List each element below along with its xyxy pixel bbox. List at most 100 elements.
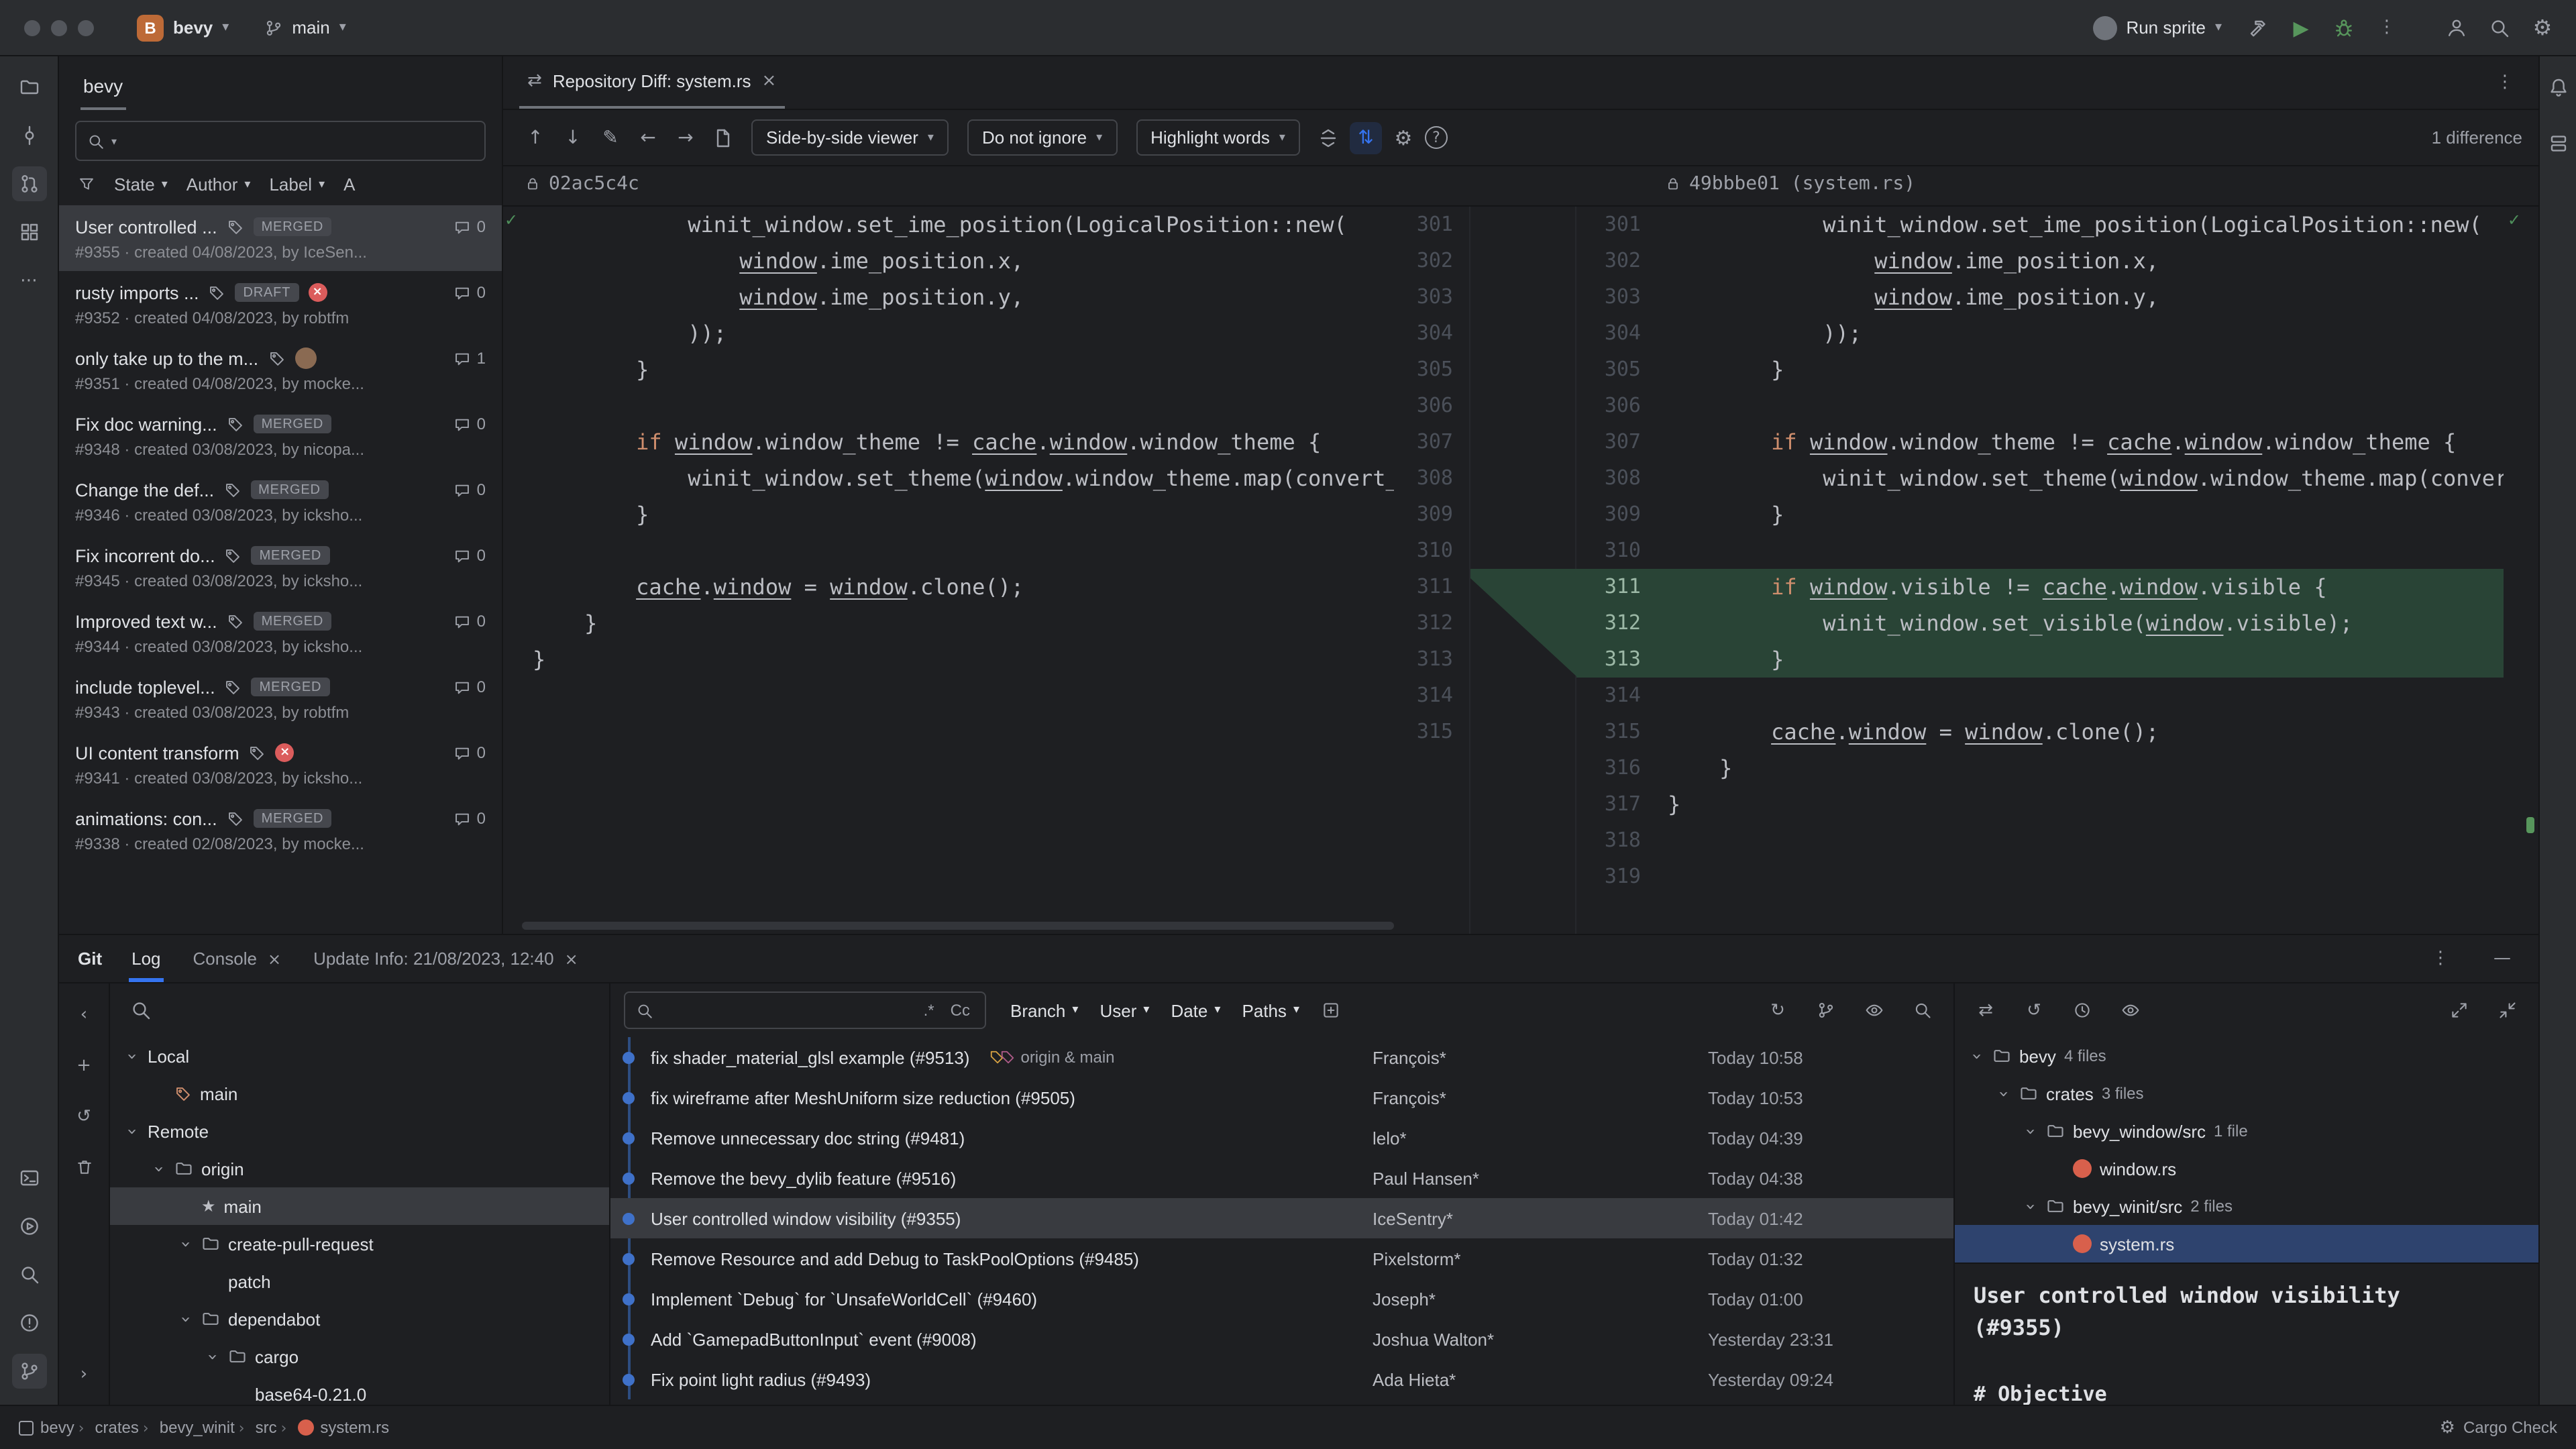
commit-row[interactable]: Remove the bevy_dylib feature (#9516) Pa… bbox=[610, 1158, 1953, 1198]
pull-request-item[interactable]: rusty imports ... DRAFT × 0 #9352 · crea… bbox=[59, 271, 502, 337]
chevron-expanded-icon[interactable]: › bbox=[121, 1048, 142, 1064]
log-filter-chip[interactable]: User ▾ bbox=[1099, 1000, 1149, 1020]
regex-toggle[interactable]: .* bbox=[920, 1001, 938, 1020]
refresh-log-button[interactable]: ↻ bbox=[1760, 993, 1795, 1028]
close-icon[interactable]: × bbox=[565, 949, 578, 968]
chevron-expanded-icon[interactable]: › bbox=[202, 1348, 222, 1364]
code-with-me-button[interactable] bbox=[2439, 10, 2474, 45]
commit-row[interactable]: Remove unnecessary doc string (#9481) le… bbox=[610, 1118, 1953, 1158]
breadcrumb-item[interactable]: system.rs bbox=[320, 1418, 389, 1437]
file-tree-item[interactable]: › system.rs bbox=[1955, 1225, 2538, 1263]
show-diff-preview-button[interactable] bbox=[2113, 993, 2148, 1028]
search-branches-button[interactable] bbox=[123, 993, 158, 1028]
pr-search-input[interactable]: ▾ bbox=[75, 121, 486, 161]
open-new-log-tab-button[interactable] bbox=[1313, 993, 1348, 1028]
file-tree-item[interactable]: › bevy_window/src 1 file bbox=[1955, 1112, 2538, 1150]
match-case-toggle[interactable]: Cc bbox=[947, 1001, 974, 1020]
rollback-button[interactable]: ↺ bbox=[66, 1099, 101, 1134]
cargo-check-status[interactable]: ⚙ Cargo Check bbox=[2440, 1417, 2557, 1438]
tab-list-button[interactable]: ⋮ bbox=[2487, 65, 2522, 100]
breadcrumb-item[interactable]: bevy_winit bbox=[160, 1418, 235, 1437]
compare-button[interactable]: ⇄ bbox=[1968, 993, 2003, 1028]
file-tree-item[interactable]: › crates 3 files bbox=[1955, 1075, 2538, 1112]
chevron-expanded-icon[interactable]: › bbox=[2020, 1123, 2040, 1139]
hide-panel-button[interactable]: — bbox=[2485, 941, 2520, 976]
pull-request-item[interactable]: UI content transform × 0 #9341 · created… bbox=[59, 731, 502, 797]
jump-to-source-button[interactable]: ✎ bbox=[594, 121, 627, 154]
chevron-expanded-icon[interactable]: › bbox=[1993, 1085, 2013, 1102]
filter-chip[interactable]: A ▾ bbox=[343, 174, 355, 195]
filter-chip[interactable]: Label ▾ bbox=[269, 174, 325, 195]
go-to-changed-file-button[interactable] bbox=[707, 121, 739, 154]
minimize-window-button[interactable] bbox=[51, 19, 67, 36]
branch-item[interactable]: › ★ create-pull-request bbox=[110, 1225, 609, 1263]
pull-request-item[interactable]: Fix doc warning... MERGED × 0 bbox=[59, 402, 502, 468]
revert-button[interactable]: ↺ bbox=[2017, 993, 2051, 1028]
log-search-input[interactable]: .* Cc bbox=[624, 991, 986, 1029]
branch-item[interactable]: › ★ Local bbox=[110, 1037, 609, 1075]
preview-diff-button[interactable] bbox=[1857, 993, 1892, 1028]
branch-item[interactable]: › ★ origin bbox=[110, 1150, 609, 1187]
chevron-expanded-icon[interactable]: › bbox=[121, 1123, 142, 1139]
commit-row[interactable]: Add `GamepadButtonInput` event (#9008) J… bbox=[610, 1319, 1953, 1359]
find-tool-button[interactable] bbox=[11, 1257, 46, 1292]
pull-request-item[interactable]: Improved text w... MERGED × 0 bbox=[59, 600, 502, 665]
pull-request-item[interactable]: only take up to the m... × 1 bbox=[59, 337, 502, 402]
terminal-tool-button[interactable] bbox=[11, 1161, 46, 1195]
new-branch-button[interactable]: + bbox=[66, 1048, 101, 1083]
git-panel-options-button[interactable]: ⋮ bbox=[2423, 941, 2458, 976]
notifications-button[interactable] bbox=[2540, 70, 2575, 105]
commit-row[interactable]: Remove Resource and add Debug to TaskPoo… bbox=[610, 1238, 1953, 1279]
synchronize-scrolling-button[interactable]: ⇅ bbox=[1349, 121, 1382, 154]
next-file-button[interactable]: → bbox=[669, 121, 702, 154]
log-filter-chip[interactable]: Date ▾ bbox=[1171, 1000, 1220, 1020]
search-everywhere-button[interactable] bbox=[2482, 10, 2517, 45]
database-tool-button[interactable] bbox=[2540, 126, 2575, 161]
highlight-mode-dropdown[interactable]: Highlight words ▾ bbox=[1136, 119, 1300, 156]
branch-item[interactable]: › ★ main bbox=[110, 1187, 609, 1225]
git-tool-button[interactable] bbox=[11, 1354, 46, 1389]
chevron-expanded-icon[interactable]: › bbox=[175, 1311, 195, 1327]
branch-item[interactable]: › ★ patch bbox=[110, 1263, 609, 1300]
run-button[interactable]: ▶ bbox=[2284, 10, 2318, 45]
pull-request-item[interactable]: User controlled ... MERGED × 0 bbox=[59, 205, 502, 271]
branch-item[interactable]: › ★ cargo bbox=[110, 1338, 609, 1375]
breadcrumb-item[interactable]: bevy bbox=[40, 1418, 74, 1437]
diff-right-pane[interactable]: winit_window.set_ime_position(LogicalPos… bbox=[1657, 207, 2504, 934]
help-button[interactable]: ? bbox=[1424, 126, 1448, 149]
chevron-expanded-icon[interactable]: › bbox=[2020, 1198, 2040, 1214]
commit-row[interactable]: Fix point light radius (#9493) Ada Hieta… bbox=[610, 1359, 1953, 1399]
viewer-mode-dropdown[interactable]: Side-by-side viewer ▾ bbox=[751, 119, 949, 156]
file-tree-item[interactable]: › bevy_winit/src 2 files bbox=[1955, 1187, 2538, 1225]
debug-button[interactable] bbox=[2326, 10, 2361, 45]
chevron-expanded-icon[interactable]: › bbox=[148, 1161, 168, 1177]
settings-button[interactable]: ⚙ bbox=[2525, 10, 2560, 45]
pull-request-item[interactable]: Change the def... MERGED × 0 bbox=[59, 468, 502, 534]
editor-scrollbar[interactable] bbox=[2522, 207, 2538, 934]
vcs-branch-selector[interactable]: main ▾ bbox=[253, 12, 356, 43]
chevron-expanded-icon[interactable]: › bbox=[175, 1236, 195, 1252]
previous-change-button[interactable]: ↑ bbox=[519, 121, 551, 154]
chevron-expanded-icon[interactable]: › bbox=[1966, 1048, 1986, 1064]
filter-chip[interactable]: State ▾ bbox=[114, 174, 168, 195]
filter-chip[interactable]: Author ▾ bbox=[186, 174, 251, 195]
commit-row[interactable]: User controlled window visibility (#9355… bbox=[610, 1198, 1953, 1238]
expand-all-button[interactable] bbox=[2442, 993, 2477, 1028]
pull-request-item[interactable]: animations: con... MERGED × 0 bbox=[59, 797, 502, 863]
more-run-actions-button[interactable]: ⋮ bbox=[2369, 10, 2404, 45]
close-icon[interactable]: × bbox=[762, 71, 777, 91]
services-tool-button[interactable] bbox=[11, 1209, 46, 1244]
go-to-hash-button[interactable] bbox=[1905, 993, 1940, 1028]
file-tree-item[interactable]: › bevy 4 files bbox=[1955, 1037, 2538, 1075]
history-button[interactable] bbox=[2065, 993, 2100, 1028]
log-filter-chip[interactable]: Branch ▾ bbox=[1010, 1000, 1078, 1020]
tab-log[interactable]: Log bbox=[129, 935, 163, 982]
whitespace-dropdown[interactable]: Do not ignore ▾ bbox=[967, 119, 1118, 156]
editor-tab[interactable]: ⇄ Repository Diff: system.rs × bbox=[519, 56, 785, 109]
run-configuration-selector[interactable]: Run sprite ▾ bbox=[2082, 10, 2233, 45]
tab-update-info[interactable]: Update Info: 21/08/2023, 12:40 × bbox=[311, 935, 581, 982]
problems-tool-button[interactable] bbox=[11, 1305, 46, 1340]
collapse-unchanged-button[interactable] bbox=[1312, 121, 1344, 154]
diff-left-pane[interactable]: winit_window.set_ime_position(LogicalPos… bbox=[522, 207, 1394, 934]
breadcrumb-item[interactable]: src bbox=[256, 1418, 277, 1437]
